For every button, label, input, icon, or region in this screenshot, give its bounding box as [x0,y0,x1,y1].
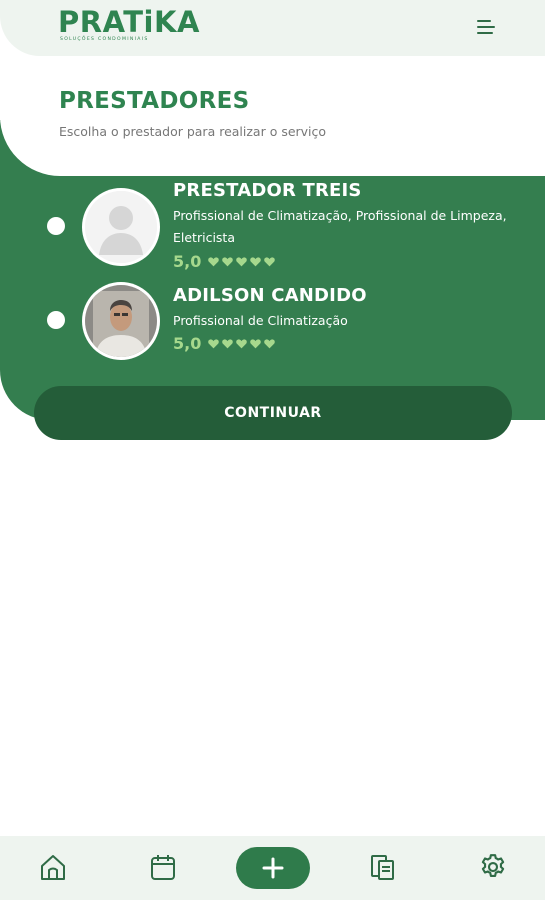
heart-icon [208,257,220,267]
pratika-logo: PRATiKA SOLUÇÕES CONDOMINIAIS [58,6,200,42]
provider-rating: 5,0 [173,252,276,271]
logo-text: PRATiKA [58,5,200,39]
provider-name: ADILSON CANDIDO [173,285,367,306]
hamburger-menu-icon[interactable] [475,18,495,36]
provider-radio[interactable] [47,311,65,329]
heart-icon [236,339,248,349]
home-icon[interactable] [36,850,70,884]
title-section: PRESTADORES Escolha o prestador para rea… [0,56,545,176]
page-subtitle: Escolha o prestador para realizar o serv… [59,124,327,139]
rating-value: 5,0 [173,334,202,353]
heart-icon [250,339,262,349]
heart-icon [222,257,234,267]
bottom-navigation [0,836,545,900]
rating-value: 5,0 [173,252,202,271]
top-header: PRATiKA SOLUÇÕES CONDOMINIAIS [0,0,545,56]
rating-hearts [207,255,276,268]
provider-rating: 5,0 [173,334,276,353]
continue-button[interactable]: CONTINUAR [34,386,512,440]
heart-icon [264,339,276,349]
plus-icon [262,857,284,879]
avatar [82,282,160,360]
provider-name: PRESTADOR TREIS [173,180,362,201]
calendar-icon[interactable] [146,850,180,884]
documents-icon[interactable] [366,850,400,884]
default-user-placeholder-icon [85,191,157,263]
provider-services: Profissional de Climatização, Profission… [173,208,507,245]
gear-icon[interactable] [476,850,510,884]
user-photo [85,285,157,357]
add-button[interactable] [236,847,310,889]
app-screen: PRATiKA SOLUÇÕES CONDOMINIAIS PRESTADORE… [0,0,545,900]
heart-icon [208,339,220,349]
provider-radio[interactable] [47,217,65,235]
page-title: PRESTADORES [59,88,250,114]
avatar [82,188,160,266]
heart-icon [250,257,262,267]
provider-services: Profissional de Climatização [173,313,348,328]
heart-icon [236,257,248,267]
heart-icon [264,257,276,267]
heart-icon [222,339,234,349]
rating-hearts [207,337,276,350]
